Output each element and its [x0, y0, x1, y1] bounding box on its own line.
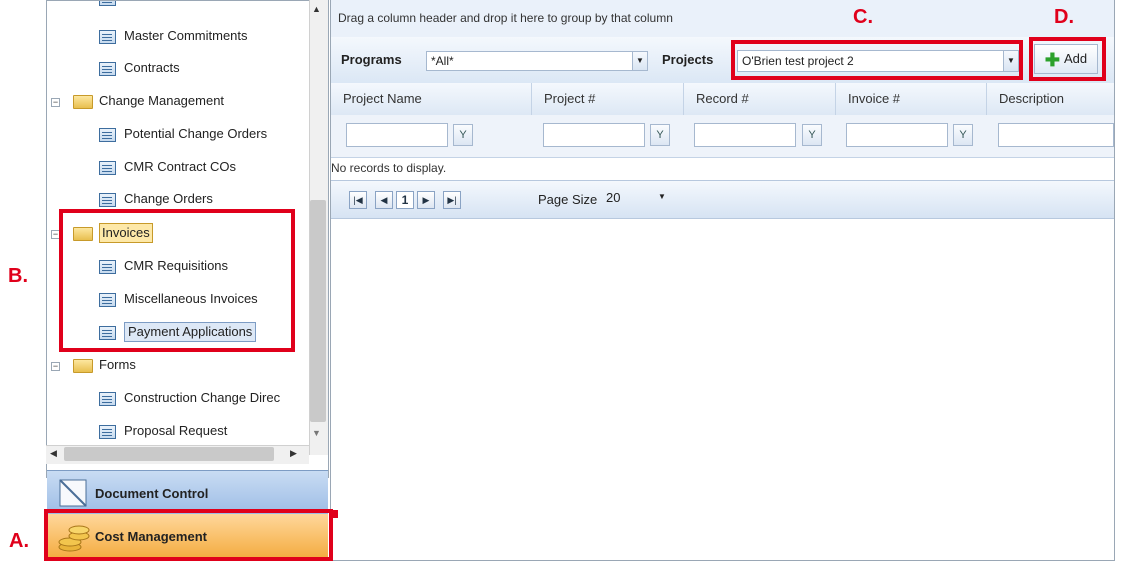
- previous-page-icon[interactable]: ◀: [375, 191, 393, 209]
- empty-grid-message: No records to display.: [331, 161, 447, 175]
- document-icon: [99, 127, 116, 142]
- column-header-description[interactable]: Description: [987, 83, 1114, 115]
- tree-horizontal-scroll-thumb[interactable]: [64, 447, 274, 461]
- filter-icon[interactable]: Y: [802, 124, 822, 146]
- nav-document-control[interactable]: Document Control: [47, 470, 328, 514]
- document-icon: [99, 160, 116, 175]
- callout-label-b: B.: [8, 265, 28, 287]
- document-icon: [99, 424, 116, 439]
- grid-filter-row: Y Y Y Y: [331, 115, 1114, 158]
- filter-input-project-number[interactable]: [543, 123, 645, 147]
- callout-box-a: [44, 509, 333, 561]
- document-icon: [99, 61, 116, 76]
- chevron-down-icon[interactable]: ▼: [632, 52, 647, 70]
- last-page-icon[interactable]: ▶|: [443, 191, 461, 209]
- programs-label: Programs: [341, 52, 402, 67]
- programs-value: *All*: [431, 54, 454, 68]
- tree-item-cmr-contract-cos[interactable]: CMR Contract COs: [99, 156, 236, 178]
- filter-input-record-number[interactable]: [694, 123, 796, 147]
- tree-item-label: Proposal Request: [124, 423, 228, 438]
- callout-label-a: A.: [9, 530, 29, 552]
- callout-label-c: C.: [853, 6, 873, 28]
- callout-box-b: [59, 209, 295, 352]
- programs-select[interactable]: *All* ▼: [426, 51, 648, 71]
- grid-header: Project Name Project # Record # Invoice …: [331, 83, 1114, 116]
- tree-item-change-orders[interactable]: Change Orders: [99, 188, 213, 210]
- tree-item-label: Construction Change Direc: [124, 390, 281, 405]
- filter-input-description[interactable]: [998, 123, 1114, 147]
- column-header-record-number[interactable]: Record #: [684, 83, 836, 115]
- tree-item-label: Change Orders: [124, 191, 213, 206]
- collapse-icon[interactable]: −: [51, 362, 60, 371]
- callout-box-d: [1029, 37, 1106, 81]
- filter-icon[interactable]: Y: [453, 124, 473, 146]
- scroll-down-icon[interactable]: ▼: [312, 428, 321, 438]
- tree-item-proposal-request[interactable]: Proposal Request: [99, 420, 227, 442]
- column-header-invoice-number[interactable]: Invoice #: [836, 83, 987, 115]
- projects-label: Projects: [662, 52, 714, 67]
- tree-item-label: Potential Change Orders: [124, 126, 268, 141]
- folder-icon: [73, 94, 93, 109]
- collapse-icon[interactable]: −: [51, 98, 60, 107]
- tree-item-label: Contracts: [124, 60, 180, 75]
- tree-item-construction-change-directive[interactable]: Construction Change Direc: [99, 387, 280, 409]
- document-control-icon: [59, 479, 87, 507]
- page-size-select[interactable]: 20 ▼: [606, 190, 666, 210]
- page-number-button[interactable]: 1: [396, 191, 414, 209]
- tree-item-label: CMR Contract COs: [124, 159, 236, 174]
- document-icon: [99, 391, 116, 406]
- tree-folder-forms[interactable]: Forms: [73, 354, 136, 376]
- tree-folder-change-management[interactable]: Change Management: [73, 90, 224, 112]
- scroll-up-icon[interactable]: ▲: [312, 4, 321, 14]
- filter-input-project-name[interactable]: [346, 123, 448, 147]
- scroll-right-icon[interactable]: ▶: [290, 448, 297, 459]
- page-size-value: 20: [606, 190, 621, 205]
- tree-item-contracts[interactable]: Contracts: [99, 57, 180, 79]
- group-hint: Drag a column header and drop it here to…: [338, 11, 673, 25]
- first-page-icon[interactable]: |◀: [349, 191, 367, 209]
- filter-icon[interactable]: Y: [953, 124, 973, 146]
- scroll-left-icon[interactable]: ◀: [50, 448, 57, 459]
- document-icon: [99, 29, 116, 44]
- chevron-down-icon[interactable]: ▼: [658, 192, 666, 201]
- nav-label: Document Control: [95, 486, 209, 501]
- filter-icon[interactable]: Y: [650, 124, 670, 146]
- tree-item-master-commitments[interactable]: Master Commitments: [99, 25, 248, 47]
- tree-item-partial[interactable]: [99, 1, 124, 9]
- folder-icon: [73, 358, 93, 373]
- page-size-label: Page Size: [538, 192, 598, 207]
- next-page-icon[interactable]: ▶: [417, 191, 435, 209]
- tree-item-potential-change-orders[interactable]: Potential Change Orders: [99, 123, 267, 145]
- document-icon: [99, 1, 116, 6]
- group-by-drop-area[interactable]: Drag a column header and drop it here to…: [331, 0, 1114, 38]
- tree-item-label: Forms: [99, 357, 136, 372]
- callout-label-d: D.: [1054, 6, 1074, 28]
- document-icon: [99, 192, 116, 207]
- column-header-project-name[interactable]: Project Name: [331, 83, 532, 115]
- callout-box-c: [731, 40, 1023, 80]
- tree-vertical-scroll-thumb[interactable]: [310, 200, 326, 422]
- filter-input-invoice-number[interactable]: [846, 123, 948, 147]
- tree-item-label: Master Commitments: [124, 28, 248, 43]
- column-header-project-number[interactable]: Project #: [532, 83, 684, 115]
- tree-item-label: Change Management: [99, 93, 225, 108]
- grid-pager: |◀ ◀ 1 ▶ ▶| Page Size 20 ▼: [331, 180, 1114, 219]
